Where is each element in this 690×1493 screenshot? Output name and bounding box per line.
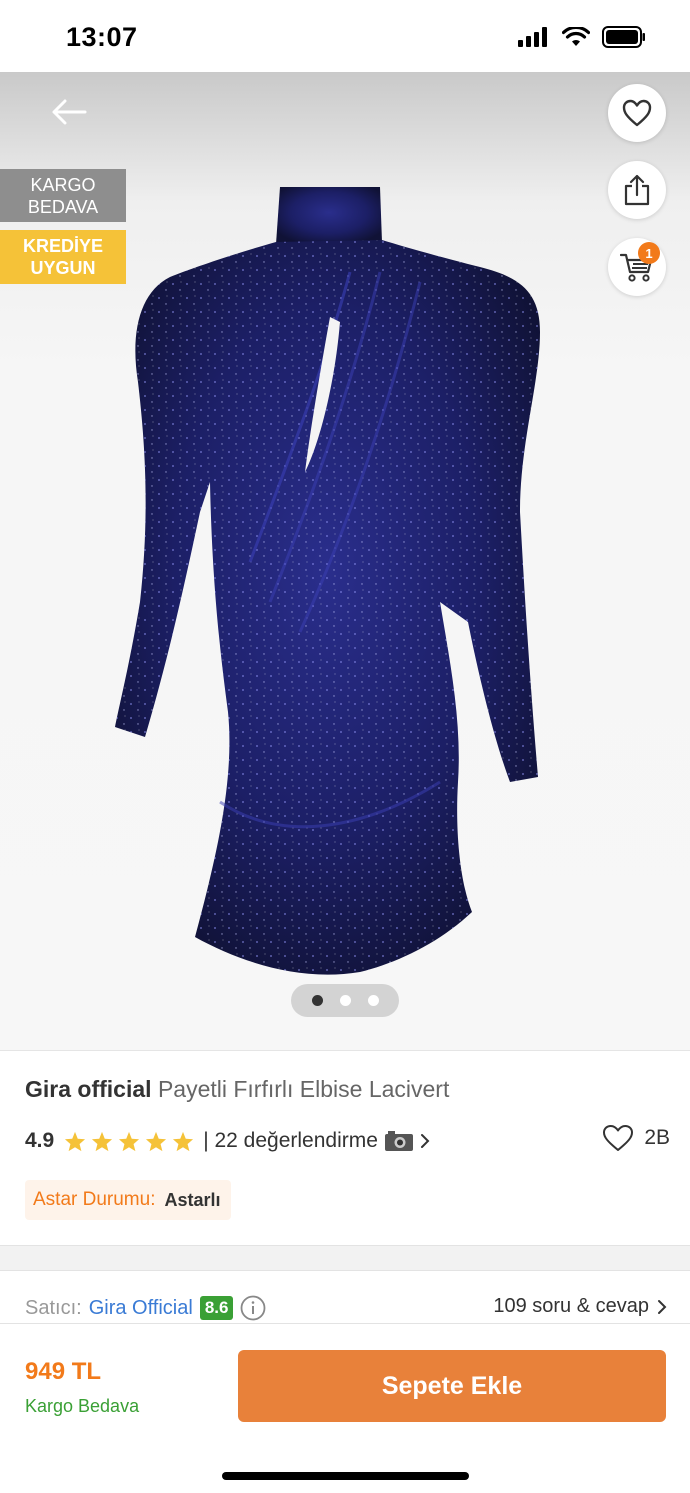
product-name: Payetli Fırfırlı Elbise Lacivert [157, 1076, 450, 1102]
lining-attribute: Astar Durumu: Astarlı [25, 1180, 231, 1220]
star-icon [119, 1131, 140, 1151]
star-icon [173, 1131, 194, 1151]
image-pagination[interactable] [291, 984, 399, 1017]
shipping-info: Kargo Bedava [25, 1396, 140, 1416]
rating-value: 4.9 [25, 1129, 55, 1152]
cart-button[interactable]: 1 [608, 238, 666, 296]
bottom-bar: 949 TL Kargo Bedava Sepete Ekle [0, 1323, 690, 1493]
product-image [115, 187, 540, 975]
wifi-icon [562, 27, 590, 46]
product-gallery[interactable]: 1 KARGO BEDAVA KREDİYE UYGUN [0, 72, 690, 1050]
section-separator [0, 1245, 690, 1271]
favorite-button[interactable] [608, 84, 666, 142]
product-title: Gira official Payetli Fırfırlı Elbise La… [25, 1076, 449, 1103]
seller-info: Satıcı: Gira Official 8.6 [25, 1295, 266, 1321]
share-button[interactable] [608, 161, 666, 219]
cart-count-badge: 1 [638, 242, 660, 264]
add-to-cart-button[interactable]: Sepete Ekle [238, 1350, 666, 1422]
attribute-label: Astar Durumu: [33, 1189, 156, 1210]
pagination-dot[interactable] [339, 995, 351, 1006]
star-icon [65, 1131, 86, 1151]
chevron-right-icon [658, 1299, 667, 1314]
seller-label: Satıcı: [25, 1296, 82, 1319]
rating-row: 4.9 | 22 değerlendirme 2B [25, 1124, 670, 1158]
favorite-count-value: 2B [644, 1126, 670, 1149]
camera-icon [384, 1131, 413, 1151]
chevron-right-icon [420, 1134, 430, 1148]
questions-link[interactable]: 109 soru & cevap [493, 1295, 667, 1318]
status-time: 13:07 [66, 22, 138, 52]
questions-count: 109 soru & cevap [493, 1295, 649, 1317]
favorite-count[interactable]: 2B [602, 1124, 670, 1152]
star-icon [92, 1131, 113, 1151]
arrow-left-icon [52, 99, 87, 125]
attribute-value: Astarlı [164, 1189, 221, 1210]
seller-score: 8.6 [199, 1296, 234, 1320]
share-icon [624, 174, 650, 206]
battery-icon [602, 26, 645, 48]
home-indicator[interactable] [222, 1472, 469, 1480]
signal-icon [518, 27, 547, 47]
status-bar: 13:07 [0, 0, 690, 72]
info-icon[interactable] [240, 1295, 266, 1321]
status-icons [518, 26, 646, 48]
divider [0, 1050, 690, 1051]
price: 949 TL [25, 1358, 102, 1385]
reviews-link[interactable]: | 22 değerlendirme [203, 1129, 430, 1153]
heart-icon [622, 99, 652, 127]
review-count: | 22 değerlendirme [203, 1129, 378, 1152]
rating-stars [64, 1131, 194, 1152]
brand-name[interactable]: Gira official [25, 1076, 152, 1102]
pagination-dot[interactable] [367, 995, 379, 1006]
star-icon [146, 1131, 167, 1151]
seller-name[interactable]: Gira Official [89, 1297, 193, 1320]
heart-outline-icon [603, 1125, 634, 1151]
seller-row: Satıcı: Gira Official 8.6 109 soru & cev… [25, 1293, 667, 1325]
back-button[interactable] [44, 94, 94, 130]
pagination-dot[interactable] [311, 995, 323, 1006]
